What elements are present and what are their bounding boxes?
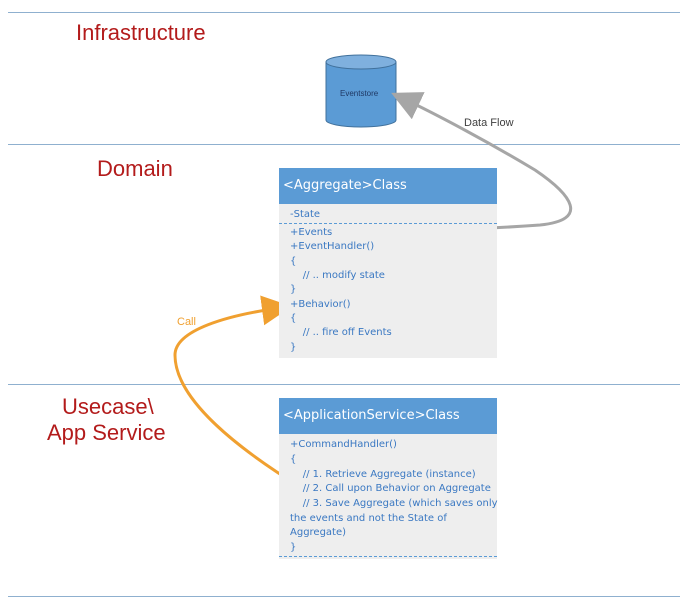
- app-service-class-header: <ApplicationService>Class: [279, 398, 497, 434]
- app-service-line: the events and not the State of: [290, 513, 447, 524]
- app-service-class-box: <ApplicationService>Class +CommandHandle…: [279, 398, 498, 559]
- aggregate-line: +Behavior(): [290, 299, 351, 310]
- aggregate-class-header: <Aggregate>Class: [279, 168, 497, 204]
- app-service-line: }: [290, 542, 297, 553]
- aggregate-separator: [279, 223, 497, 224]
- app-service-line: {: [290, 454, 297, 465]
- aggregate-line: {: [290, 313, 297, 324]
- app-service-line: // 1. Retrieve Aggregate (instance): [290, 469, 476, 480]
- app-service-line: // 3. Save Aggregate (which saves only: [290, 498, 498, 509]
- aggregate-line: +Events: [290, 227, 333, 238]
- aggregate-line: {: [290, 256, 297, 267]
- app-service-line: +CommandHandler(): [290, 439, 397, 450]
- aggregate-line: // .. fire off Events: [290, 327, 392, 338]
- app-service-line: Aggregate): [290, 527, 347, 538]
- aggregate-line: }: [290, 342, 297, 353]
- call-label: Call: [177, 316, 196, 328]
- aggregate-class-box: <Aggregate>Class -State +Events +EventHa…: [279, 168, 497, 358]
- aggregate-line: +EventHandler(): [290, 241, 375, 252]
- app-service-line: // 2. Call upon Behavior on Aggregate: [290, 483, 491, 494]
- aggregate-state-field: -State: [290, 209, 321, 220]
- eventstore-label: Eventstore: [340, 89, 379, 98]
- app-service-separator: [279, 556, 497, 557]
- aggregate-line: // .. modify state: [290, 270, 385, 281]
- aggregate-line: }: [290, 284, 297, 295]
- data-flow-label: Data Flow: [464, 117, 514, 129]
